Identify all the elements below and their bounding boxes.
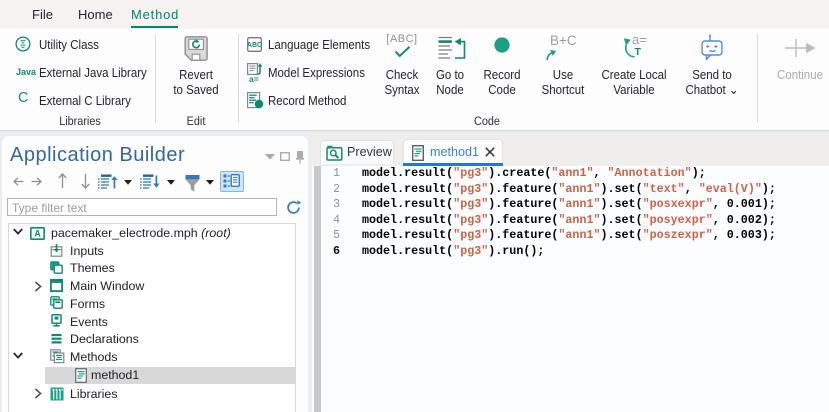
svg-text:ABC: ABC <box>247 42 262 49</box>
svg-text:a=: a= <box>249 74 259 84</box>
svg-text:A: A <box>34 228 41 238</box>
